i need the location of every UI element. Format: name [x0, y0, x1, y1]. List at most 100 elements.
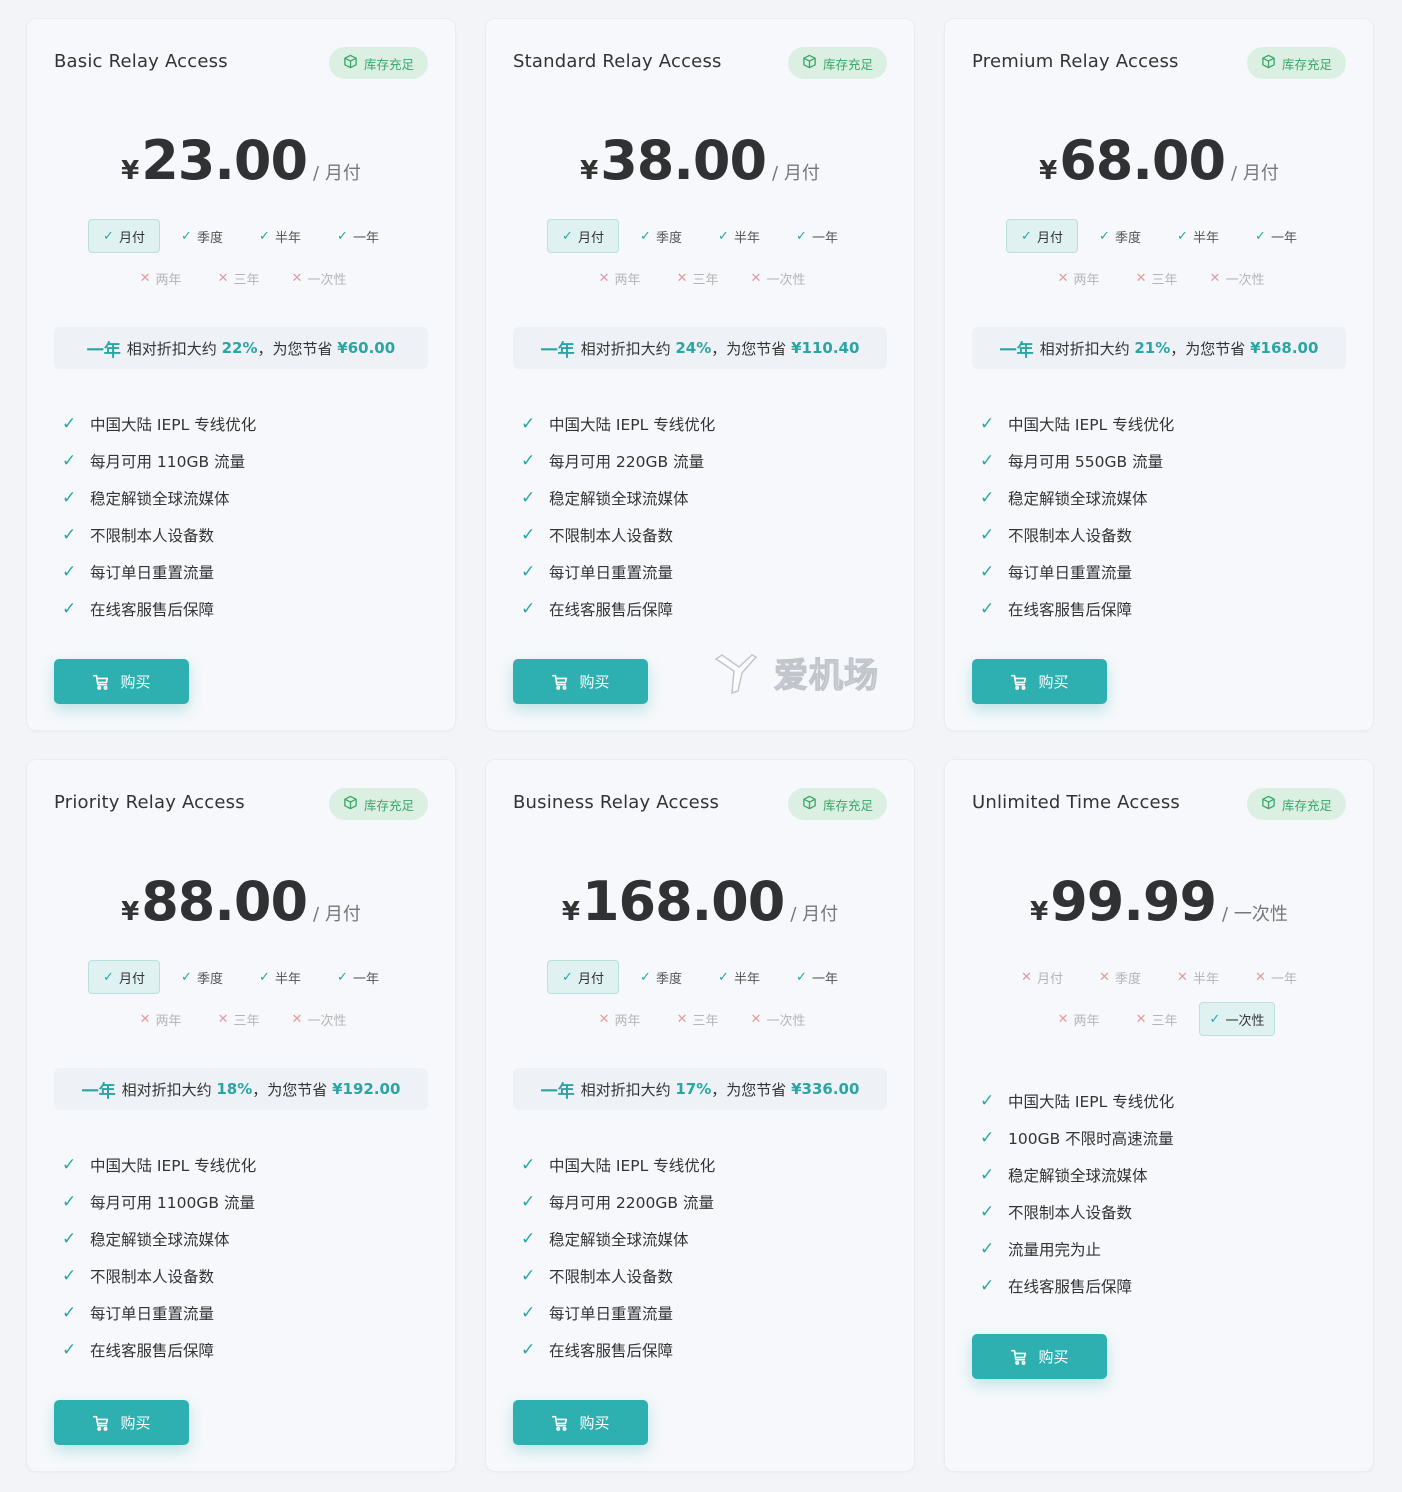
check-icon: ✓ — [259, 969, 270, 985]
period-option[interactable]: ✓ 月付 — [547, 219, 619, 253]
period-option[interactable]: ✓ 一年 — [322, 219, 394, 253]
feature-list: ✓ 中国大陆 IEPL 专线优化 ✓ 100GB 不限时高速流量 ✓ 稳定解锁全球流媒体 ✓… — [980, 1082, 1353, 1304]
feature-item: ✓ 不限制本人设备数 — [980, 1193, 1353, 1230]
cross-icon: ✕ — [598, 1011, 610, 1027]
feature-list: ✓ 中国大陆 IEPL 专线优化 ✓ 每月可用 220GB 流量 ✓ 稳定解锁全球流媒体 ✓… — [521, 405, 894, 627]
period-options: ✕ 两年 ✕ 三年 ✕ 一次性 — [486, 261, 914, 295]
period-options: ✓ 月付 ✓ 季度 ✓ 半年 ✓ 一年 — [27, 219, 455, 253]
check-icon: ✓ — [521, 1302, 536, 1323]
discount-saving: ¥192.00 — [332, 1080, 401, 1098]
period-option[interactable]: ✓ 季度 — [166, 960, 238, 994]
buy-button[interactable]: 购买 — [972, 659, 1107, 704]
feature-item: ✓ 稳定解锁全球流媒体 — [521, 1220, 894, 1257]
feature-text: 每订单日重置流量 — [549, 1304, 674, 1323]
buy-button-label: 购买 — [120, 1414, 151, 1432]
period-option: ✕ 三年 — [203, 261, 275, 295]
period-option[interactable]: ✓ 半年 — [244, 960, 316, 994]
check-icon: ✓ — [980, 1201, 995, 1222]
feature-item: ✓ 不限制本人设备数 — [521, 1257, 894, 1294]
period-option-label: 一年 — [811, 230, 838, 246]
feature-item: ✓ 每月可用 220GB 流量 — [521, 442, 894, 479]
buy-button[interactable]: 购买 — [513, 1400, 648, 1445]
period-option[interactable]: ✓ 季度 — [1084, 219, 1156, 253]
period-options: ✕ 两年 ✕ 三年 ✓ 一次性 — [945, 1002, 1373, 1036]
discount-text: 相对折扣大约 — [121, 1080, 212, 1099]
buy-button[interactable]: 购买 — [54, 1400, 189, 1445]
feature-text: 每订单日重置流量 — [549, 563, 674, 582]
period-option[interactable]: ✓ 季度 — [625, 960, 697, 994]
price: ¥ 38.00 / 月付 — [486, 129, 914, 192]
cross-icon: ✕ — [1099, 969, 1110, 985]
feature-text: 在线客服售后保障 — [549, 600, 674, 619]
price: ¥ 99.99 / 一次性 — [945, 870, 1373, 933]
cube-icon — [802, 54, 817, 72]
check-icon: ✓ — [521, 1228, 536, 1249]
buy-button[interactable]: 购买 — [54, 659, 189, 704]
check-icon: ✓ — [521, 524, 536, 545]
check-icon: ✓ — [980, 1238, 995, 1259]
discount-percent: 17% — [675, 1080, 712, 1098]
period-option-label: 一次性 — [1225, 272, 1265, 288]
period-option: ✕ 两年 — [125, 261, 197, 295]
price-amount: 23.00 — [141, 129, 308, 192]
feature-text: 每订单日重置流量 — [90, 563, 215, 582]
plan-title: Unlimited Time Access — [972, 792, 1180, 813]
period-option[interactable]: ✓ 月付 — [547, 960, 619, 994]
period-option-label: 半年 — [274, 971, 301, 987]
check-icon: ✓ — [980, 450, 995, 471]
check-icon: ✓ — [1209, 1011, 1221, 1027]
period-option: ✕ 两年 — [1043, 261, 1115, 295]
period-option[interactable]: ✓ 一年 — [781, 219, 853, 253]
watermark: 爱机场 — [712, 648, 879, 697]
period-option-label: 月付 — [1036, 230, 1063, 246]
discount-percent: 22% — [221, 339, 258, 357]
period-option: ✕ 一次性 — [740, 1002, 817, 1036]
cross-icon: ✕ — [598, 270, 610, 286]
discount-period: 一年 — [540, 340, 575, 361]
period-option[interactable]: ✓ 一年 — [781, 960, 853, 994]
period-option[interactable]: ✓ 半年 — [244, 219, 316, 253]
period-option[interactable]: ✓ 半年 — [703, 960, 775, 994]
period-option[interactable]: ✓ 一年 — [1240, 219, 1312, 253]
period-option[interactable]: ✓ 季度 — [166, 219, 238, 253]
period-option[interactable]: ✓ 月付 — [1006, 219, 1078, 253]
period-option[interactable]: ✓ 月付 — [88, 960, 160, 994]
period-option-label: 三年 — [692, 272, 719, 288]
feature-text: 每月可用 220GB 流量 — [549, 452, 705, 471]
price-period: / 月付 — [313, 163, 361, 184]
feature-item: ✓ 稳定解锁全球流媒体 — [980, 1156, 1353, 1193]
price: ¥ 88.00 / 月付 — [27, 870, 455, 933]
period-option[interactable]: ✓ 季度 — [625, 219, 697, 253]
feature-text: 不限制本人设备数 — [90, 1267, 215, 1286]
period-options: ✕ 两年 ✕ 三年 ✕ 一次性 — [945, 261, 1373, 295]
feature-text: 中国大陆 IEPL 专线优化 — [90, 1156, 257, 1175]
cross-icon: ✕ — [217, 270, 229, 286]
feature-item: ✓ 中国大陆 IEPL 专线优化 — [980, 1082, 1353, 1119]
cart-icon — [551, 673, 569, 691]
discount-text: 相对折扣大约 — [580, 339, 671, 358]
cart-icon — [1010, 673, 1028, 691]
cart-icon — [1010, 1348, 1028, 1366]
buy-button[interactable]: 购买 — [972, 1334, 1107, 1379]
stock-badge: 库存充足 — [1246, 47, 1346, 79]
period-option[interactable]: ✓ 月付 — [88, 219, 160, 253]
price-currency: ¥ — [1030, 897, 1049, 927]
period-option-label: 一次性 — [1225, 1013, 1265, 1029]
period-option[interactable]: ✓ 半年 — [1162, 219, 1234, 253]
feature-text: 不限制本人设备数 — [1008, 526, 1133, 545]
period-option[interactable]: ✓ 半年 — [703, 219, 775, 253]
period-options: ✓ 月付 ✓ 季度 ✓ 半年 ✓ 一年 — [486, 960, 914, 994]
check-icon: ✓ — [62, 561, 77, 582]
feature-item: ✓ 中国大陆 IEPL 专线优化 — [62, 405, 435, 442]
period-option[interactable]: ✓ 一次性 — [1198, 1002, 1276, 1036]
buy-button[interactable]: 购买 — [513, 659, 648, 704]
period-option: ✕ 两年 — [584, 261, 656, 295]
period-option-label: 三年 — [692, 1013, 719, 1029]
check-icon: ✓ — [62, 413, 77, 434]
price-period: / 月付 — [313, 904, 361, 925]
cross-icon: ✕ — [750, 270, 762, 286]
period-option[interactable]: ✓ 一年 — [322, 960, 394, 994]
price-currency: ¥ — [561, 897, 580, 927]
price-amount: 168.00 — [581, 870, 785, 933]
check-icon: ✓ — [718, 228, 729, 244]
